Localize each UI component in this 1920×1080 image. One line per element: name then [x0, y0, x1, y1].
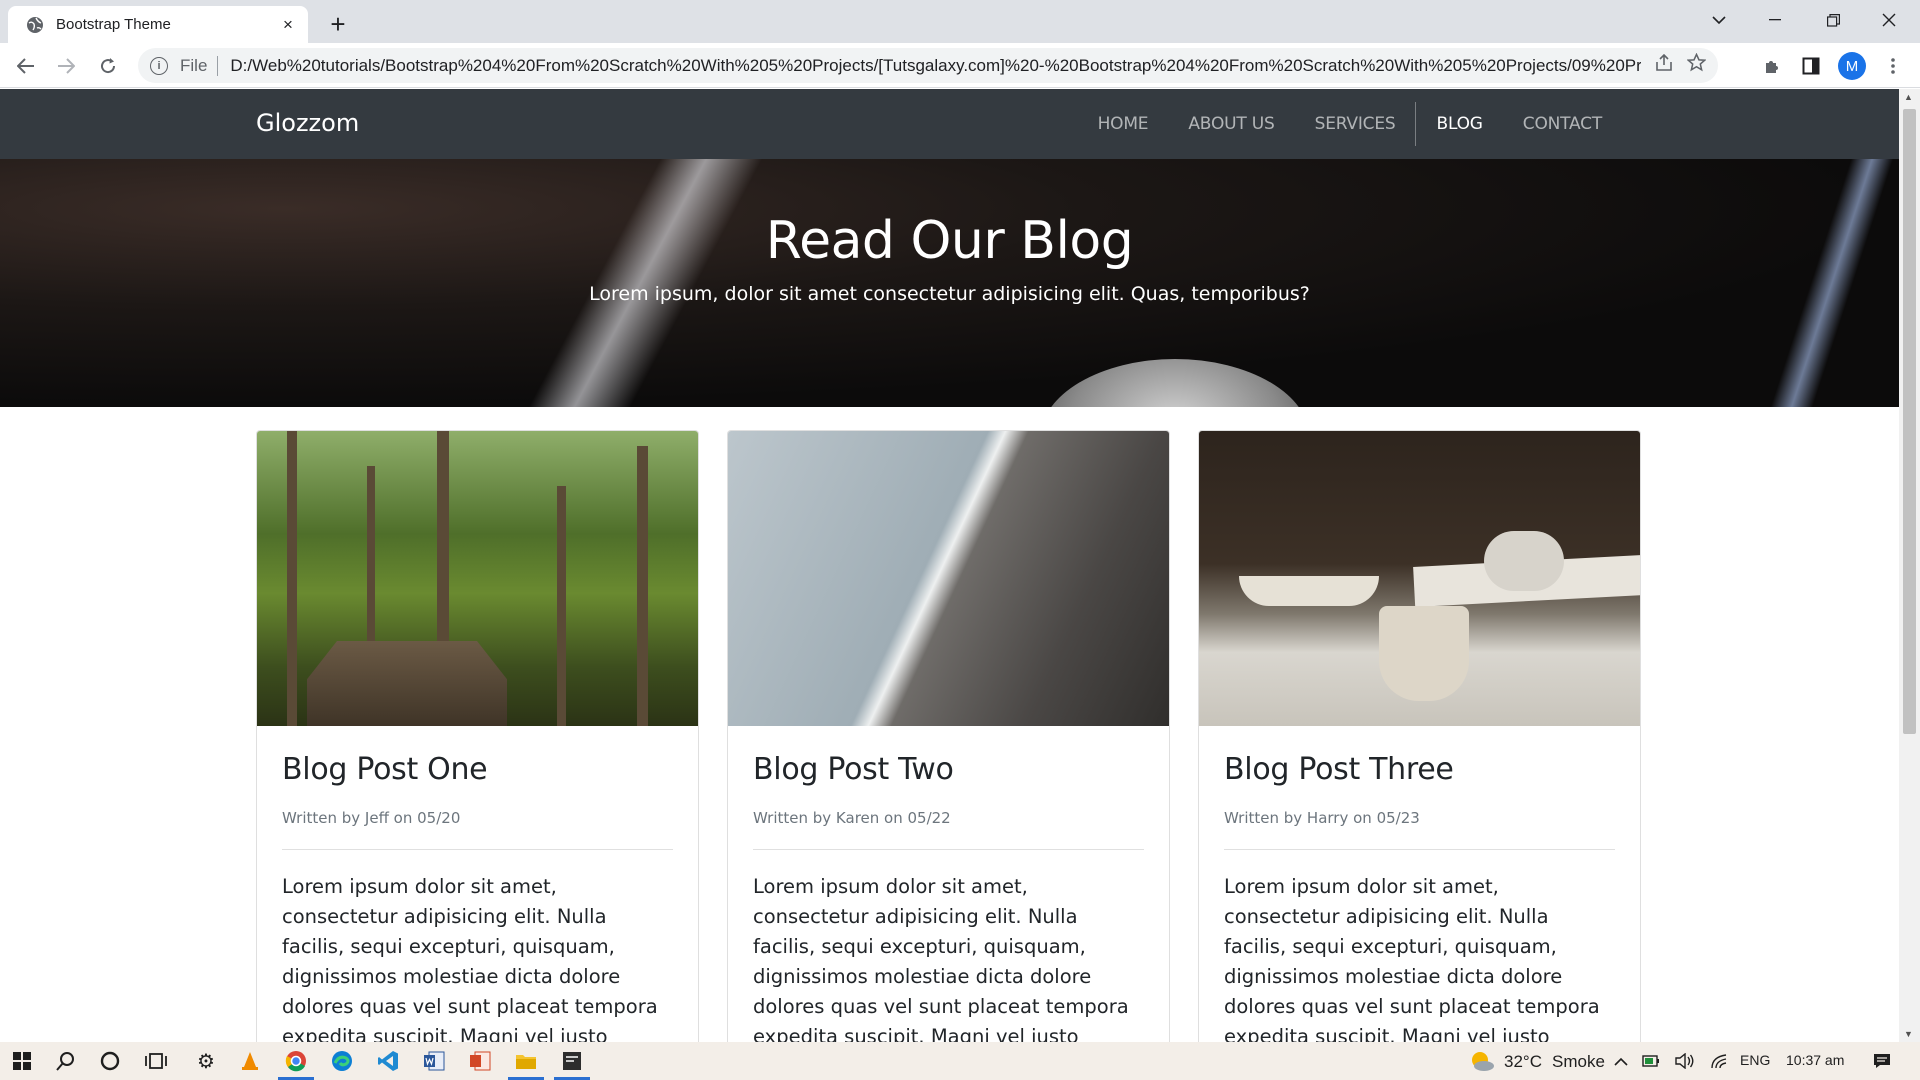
blog-card-divider: [753, 849, 1144, 850]
blog-card-meta: Written by Karen on 05/22: [753, 809, 951, 827]
back-icon[interactable]: [10, 50, 42, 82]
settings-gear-icon[interactable]: ⚙: [184, 1042, 228, 1080]
nav-item-contact[interactable]: CONTACT: [1503, 114, 1622, 134]
battery-icon[interactable]: [1636, 1042, 1666, 1080]
blog-card-title[interactable]: Blog Post Two: [753, 752, 1144, 787]
blog-card: Blog Post Three Written by Harry on 05/2…: [1198, 430, 1641, 1042]
weather-temp[interactable]: 32°C: [1504, 1052, 1542, 1072]
scroll-down-arrow-icon[interactable]: ▼: [1904, 1029, 1913, 1039]
blog-card-image: [1199, 431, 1640, 726]
notification-center-icon[interactable]: [1860, 1042, 1904, 1080]
nav-item-blog[interactable]: BLOG: [1416, 114, 1502, 134]
weather-desc[interactable]: Smoke: [1552, 1052, 1605, 1072]
volume-icon[interactable]: [1670, 1042, 1700, 1080]
page-scrollbar[interactable]: ▲ ▼: [1899, 89, 1920, 1042]
input-language[interactable]: ENG: [1740, 1052, 1770, 1068]
browser-tab[interactable]: Bootstrap Theme ×: [8, 6, 308, 43]
file-explorer-icon[interactable]: [504, 1042, 548, 1080]
task-view-icon[interactable]: [134, 1042, 178, 1080]
blog-card: Blog Post One Written by Jeff on 05/20 L…: [256, 430, 699, 1042]
blog-card-meta: Written by Harry on 05/23: [1224, 809, 1420, 827]
search-icon[interactable]: [44, 1042, 88, 1080]
wifi-icon[interactable]: [1704, 1042, 1734, 1080]
blog-card-divider: [1224, 849, 1615, 850]
hero-header: Read Our Blog Lorem ipsum, dolor sit ame…: [0, 159, 1899, 407]
new-tab-button[interactable]: +: [322, 8, 354, 40]
browser-toolbar: i File D:/Web%20tutorials/Bootstrap%204%…: [0, 43, 1920, 88]
restore-icon[interactable]: [1810, 4, 1856, 36]
blog-card-title[interactable]: Blog Post One: [282, 752, 673, 787]
side-panel-icon[interactable]: [1795, 50, 1827, 82]
chevron-up-icon[interactable]: [1606, 1042, 1636, 1080]
page-title: Read Our Blog: [765, 211, 1134, 271]
nav-menu: HOME ABOUT US SERVICES BLOG CONTACT: [1078, 89, 1622, 159]
address-divider: [217, 55, 219, 76]
blog-card-body: Blog Post Two Written by Karen on 05/22 …: [728, 726, 1169, 1042]
weather-sun-icon[interactable]: [1460, 1042, 1504, 1080]
site-navbar: Glozzom HOME ABOUT US SERVICES BLOG CONT…: [0, 89, 1899, 159]
bookmark-star-icon[interactable]: [1686, 52, 1707, 78]
reload-icon[interactable]: [92, 50, 124, 82]
minimize-icon[interactable]: [1752, 4, 1798, 36]
blog-card-meta: Written by Jeff on 05/20: [282, 809, 461, 827]
address-scheme-label: File: [180, 55, 208, 75]
globe-icon: [27, 16, 43, 33]
site-brand[interactable]: Glozzom: [256, 109, 359, 137]
nav-item-home[interactable]: HOME: [1078, 114, 1169, 134]
vlc-cone-icon[interactable]: [228, 1042, 272, 1080]
address-url[interactable]: D:/Web%20tutorials/Bootstrap%204%20From%…: [230, 56, 1641, 76]
blog-card-image: [257, 431, 698, 726]
profile-avatar[interactable]: M: [1838, 52, 1866, 80]
close-window-icon[interactable]: [1866, 4, 1912, 36]
tab-title: Bootstrap Theme: [56, 16, 171, 33]
tab-search-icon[interactable]: [1696, 4, 1742, 36]
windows-start-icon[interactable]: [0, 1042, 44, 1080]
edge-icon[interactable]: [320, 1042, 364, 1080]
system-clock[interactable]: 10:37 am: [1786, 1052, 1844, 1068]
chrome-icon[interactable]: [274, 1042, 318, 1080]
blog-card-text: Lorem ipsum dolor sit amet, consectetur …: [1224, 875, 1600, 1042]
cortana-icon[interactable]: [88, 1042, 132, 1080]
blog-card-title[interactable]: Blog Post Three: [1224, 752, 1615, 787]
share-icon[interactable]: [1655, 53, 1673, 78]
extensions-puzzle-icon[interactable]: [1756, 50, 1788, 82]
forward-icon[interactable]: [50, 50, 82, 82]
blog-card-text: Lorem ipsum dolor sit amet, consectetur …: [753, 875, 1129, 1042]
nav-item-about-us[interactable]: ABOUT US: [1168, 114, 1294, 134]
address-bar[interactable]: i File D:/Web%20tutorials/Bootstrap%204%…: [138, 48, 1718, 83]
page-viewport: Glozzom HOME ABOUT US SERVICES BLOG CONT…: [0, 89, 1899, 1042]
windows-taskbar: ⚙ 32°C Smoke ENG 10:37 am: [0, 1042, 1920, 1080]
nav-item-services[interactable]: SERVICES: [1295, 114, 1416, 134]
office-app-icon[interactable]: [458, 1042, 502, 1080]
blog-card-divider: [282, 849, 673, 850]
hero-background-image: [1040, 359, 1310, 407]
word-icon[interactable]: [412, 1042, 456, 1080]
close-tab-icon[interactable]: ×: [278, 15, 298, 35]
blog-card: Blog Post Two Written by Karen on 05/22 …: [727, 430, 1170, 1042]
scrollbar-thumb[interactable]: [1903, 109, 1916, 734]
blog-card-text: Lorem ipsum dolor sit amet, consectetur …: [282, 875, 658, 1042]
blog-card-image: [728, 431, 1169, 726]
terminal-app-icon[interactable]: [550, 1042, 594, 1080]
blog-card-body: Blog Post Three Written by Harry on 05/2…: [1199, 726, 1640, 1042]
blog-card-body: Blog Post One Written by Jeff on 05/20 L…: [257, 726, 698, 1042]
site-info-icon[interactable]: i: [150, 56, 168, 75]
more-menu-icon[interactable]: [1877, 50, 1909, 82]
page-subtitle: Lorem ipsum, dolor sit amet consectetur …: [589, 283, 1310, 305]
browser-tab-strip: Bootstrap Theme × +: [0, 0, 1920, 43]
vscode-icon[interactable]: [366, 1042, 410, 1080]
scroll-up-arrow-icon[interactable]: ▲: [1904, 92, 1913, 102]
